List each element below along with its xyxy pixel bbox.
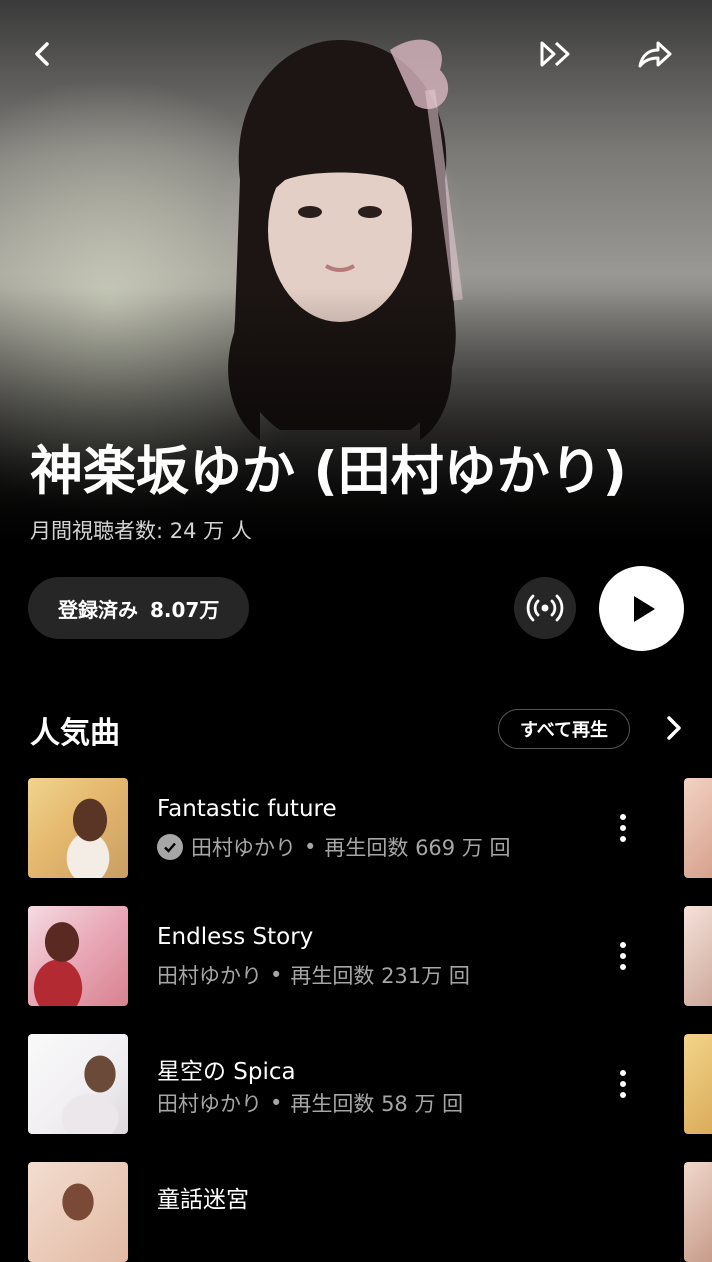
subscribe-label: 登録済み [58,597,138,622]
share-button[interactable] [630,30,678,78]
kebab-dot [620,942,626,948]
carousel-peek-thumb [684,1034,712,1134]
verified-check-icon [157,834,183,860]
broadcast-button[interactable] [514,577,576,639]
back-button[interactable] [18,30,66,78]
monthly-listeners: 月間視聴者数: 24 万 人 [30,519,252,543]
meta-separator: • [270,1091,283,1115]
song-plays: 再生回数 669 万 回 [324,836,511,860]
carousel-peek-thumb [684,906,712,1006]
play-all-button[interactable]: すべて再生 [498,709,630,749]
song-artist: 田村ゆかり [157,1092,262,1116]
song-meta: 田村ゆかり • 再生回数 231万 回 [157,960,470,990]
kebab-dot [620,814,626,820]
album-art [28,1034,128,1134]
subscribe-button[interactable]: 登録済み 8.07万 [28,577,250,639]
kebab-dot [620,825,626,831]
song-row[interactable]: Fantastic future 田村ゆかり • 再生回数 669 万 回 [0,778,712,878]
song-plays: 再生回数 58 万 回 [290,1092,464,1116]
kebab-dot [620,1081,626,1087]
song-artist: 田村ゆかり [157,964,262,988]
song-artist: 田村ゆかり [191,836,296,860]
song-title: 童話迷宮 [157,1187,249,1213]
start-radio-button[interactable] [532,30,580,78]
album-art [28,906,128,1006]
album-art [28,1162,128,1262]
play-icon [633,595,655,622]
carousel-peek-thumb [684,1162,712,1262]
hero-gradient [0,288,712,548]
kebab-dot [620,964,626,970]
song-menu-button[interactable] [605,936,641,976]
section-title: 人気曲 [30,716,120,751]
song-title: Endless Story [157,924,314,950]
chevron-right-icon[interactable] [656,710,692,746]
song-title: 星空の Spica [157,1059,296,1085]
kebab-dot [620,1092,626,1098]
meta-separator: • [270,963,283,987]
kebab-dot [620,1070,626,1076]
subscriber-count: 8.07万 [150,597,220,622]
song-plays: 再生回数 231万 回 [290,964,470,988]
meta-separator: • [304,835,317,859]
song-menu-button[interactable] [605,1064,641,1104]
broadcast-icon [526,594,564,622]
album-art [28,778,128,878]
song-row[interactable]: 童話迷宮 [0,1162,712,1262]
share-arrow-icon [638,41,672,68]
song-meta: 田村ゆかり • 再生回数 58 万 回 [157,1088,463,1118]
song-menu-button[interactable] [605,808,641,848]
double-chevron-right-icon [540,41,570,67]
song-title: Fantastic future [157,796,337,822]
song-row[interactable]: Endless Story 田村ゆかり • 再生回数 231万 回 [0,906,712,1006]
play-button[interactable] [599,566,684,651]
kebab-dot [620,836,626,842]
song-meta: 田村ゆかり • 再生回数 669 万 回 [157,832,511,862]
carousel-peek-thumb [684,778,712,878]
kebab-dot [620,953,626,959]
artist-name: 神楽坂ゆか (田村ゆかり) [30,441,627,502]
song-row[interactable]: 星空の Spica 田村ゆかり • 再生回数 58 万 回 [0,1034,712,1134]
chevron-left-icon [35,42,49,66]
